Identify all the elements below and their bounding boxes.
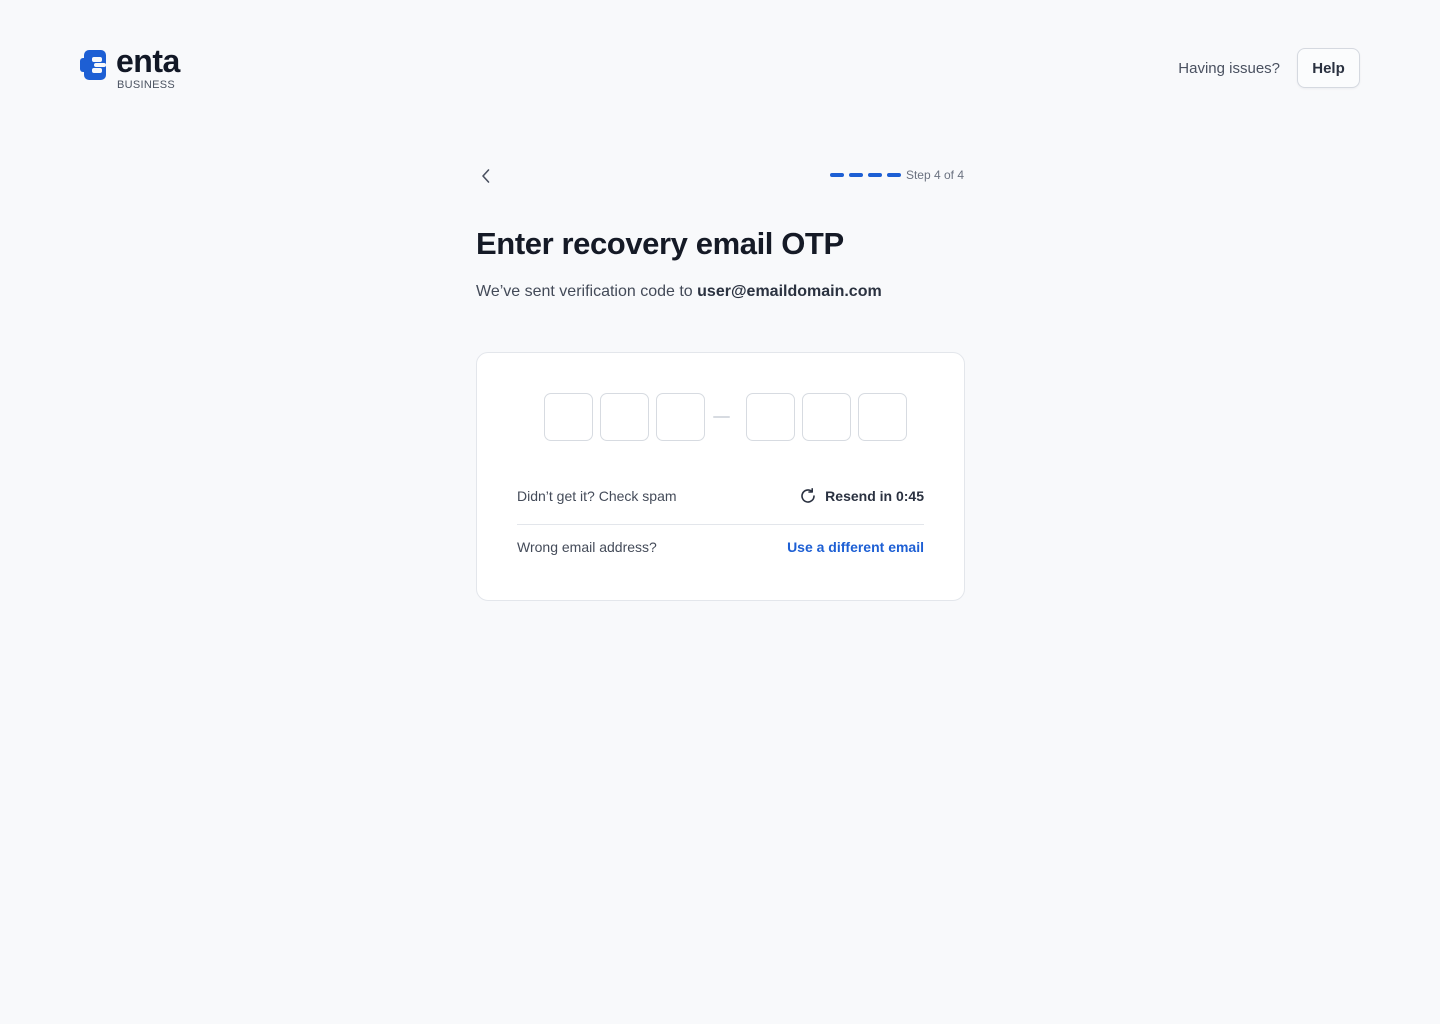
- header-actions: Having issues? Help: [1178, 48, 1360, 88]
- page: enta BUSINESS Having issues? Help Step 4…: [0, 0, 1440, 1024]
- otp-digit-6[interactable]: [858, 393, 907, 441]
- otp-digit-4[interactable]: [746, 393, 795, 441]
- progress-stepper: Step 4 of 4: [829, 168, 964, 182]
- help-button[interactable]: Help: [1297, 48, 1360, 88]
- brand-subtitle: BUSINESS: [117, 79, 176, 91]
- form-topbar: Step 4 of 4: [476, 160, 964, 192]
- step-label: Step 4 of 4: [905, 168, 964, 182]
- divider: [517, 524, 924, 525]
- otp-card: Didn’t get it? Check spam Resend in 0:45…: [476, 352, 965, 601]
- step-indicator-1: [829, 173, 844, 177]
- subtitle-prefix: We’ve sent verification code to: [476, 283, 693, 300]
- wrong-email-text: Wrong email address?: [517, 539, 657, 555]
- having-issues-text: Having issues?: [1178, 59, 1280, 77]
- resend-button[interactable]: Resend in 0:45: [799, 487, 924, 505]
- resend-label: Resend in 0:45: [825, 488, 924, 504]
- otp-digit-3[interactable]: [656, 393, 705, 441]
- otp-separator: [713, 416, 730, 418]
- otp-input-group: [544, 393, 907, 441]
- step-indicator-2: [848, 173, 863, 177]
- otp-digit-2[interactable]: [600, 393, 649, 441]
- refresh-icon: [801, 488, 815, 503]
- logo-mark-icon: [80, 50, 106, 80]
- page-subtitle: We’ve sent verification code to user@ema…: [476, 280, 964, 304]
- step-indicator-4: [886, 173, 901, 177]
- chevron-left-icon: [482, 169, 490, 183]
- change-email-row: Wrong email address? Use a different ema…: [517, 539, 924, 555]
- step-indicator-3: [867, 173, 882, 177]
- otp-digit-5[interactable]: [802, 393, 851, 441]
- brand-logo[interactable]: enta BUSINESS: [80, 43, 180, 92]
- otp-form: Step 4 of 4 Enter recovery email OTP We’…: [476, 160, 965, 601]
- use-different-email-link[interactable]: Use a different email: [787, 539, 924, 555]
- resend-row: Didn’t get it? Check spam Resend in 0:45: [517, 487, 924, 505]
- recipient-email: user@emaildomain.com: [697, 283, 882, 300]
- otp-digit-1[interactable]: [544, 393, 593, 441]
- page-title: Enter recovery email OTP: [476, 226, 844, 261]
- brand-name: enta: [116, 43, 180, 79]
- check-spam-text: Didn’t get it? Check spam: [517, 488, 677, 504]
- back-button[interactable]: [476, 166, 496, 186]
